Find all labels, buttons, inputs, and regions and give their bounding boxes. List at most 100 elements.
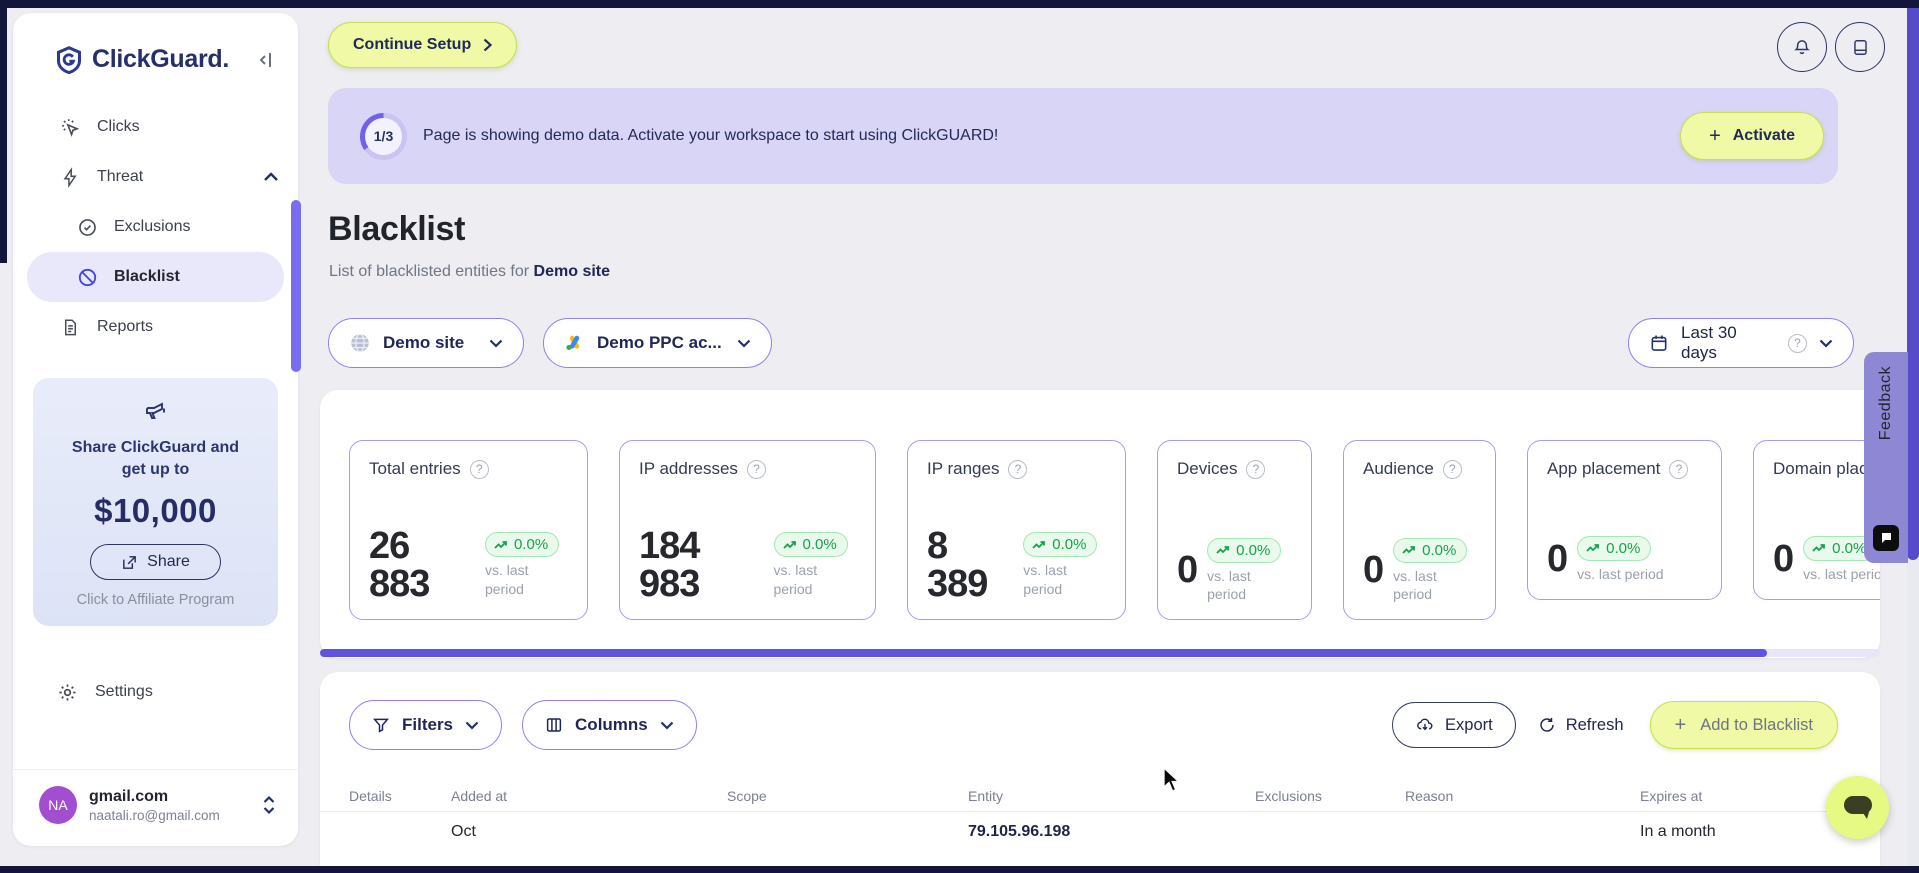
columns-button[interactable]: Columns [522, 700, 697, 750]
chevron-down-icon [489, 339, 503, 348]
column-header-added-at[interactable]: Added at [451, 788, 727, 804]
trend-up-icon [782, 540, 796, 549]
external-link-icon [121, 554, 138, 571]
sidebar-item-label: Clicks [97, 118, 140, 135]
content-scrollbar-thumb[interactable] [291, 200, 301, 372]
help-icon[interactable] [1788, 333, 1807, 353]
delta-badge: 0.0% [1023, 532, 1098, 558]
sidebar-item-settings[interactable]: Settings [13, 668, 298, 716]
stat-value: 184 983 [639, 525, 700, 605]
help-icon[interactable] [1246, 459, 1266, 479]
trend-up-icon [1032, 540, 1046, 549]
stat-label: Devices [1177, 459, 1238, 478]
filters-button[interactable]: Filters [349, 700, 503, 750]
sidebar-item-blacklist[interactable]: Blacklist [27, 252, 284, 302]
calendar-icon [1649, 333, 1669, 353]
chevron-down-icon [1819, 339, 1833, 348]
compare-label: vs. last period [1803, 565, 1880, 582]
user-email: naatali.ro@gmail.com [89, 807, 220, 823]
sidebar-item-threat[interactable]: Threat [13, 152, 298, 202]
help-icon[interactable] [1669, 459, 1689, 479]
ban-icon [76, 267, 98, 288]
sidebar-item-label: Threat [97, 168, 144, 185]
refresh-button[interactable]: Refresh [1538, 716, 1624, 735]
site-selector[interactable]: Demo site [328, 318, 524, 368]
columns-label: Columns [575, 715, 648, 734]
chevron-right-icon [483, 38, 493, 52]
column-header-reason[interactable]: Reason [1405, 788, 1640, 804]
help-icon[interactable] [746, 459, 766, 479]
refresh-label: Refresh [1565, 715, 1624, 734]
logo-text: ClickGuard. [92, 45, 230, 73]
stats-strip: Total entries 26 883 0.0% vs. last perio… [320, 390, 1880, 620]
column-header-scope[interactable]: Scope [727, 788, 968, 804]
delta-badge: 0.0% [1393, 537, 1468, 563]
sidebar-item-label: Blacklist [114, 268, 180, 285]
chevron-down-icon [737, 339, 751, 348]
site-selector-value: Demo site [383, 333, 465, 352]
feedback-tab[interactable]: Feedback [1864, 352, 1908, 563]
help-icon[interactable] [469, 459, 489, 479]
cursor-click-icon [59, 117, 81, 138]
activate-button[interactable]: Activate [1680, 112, 1824, 160]
columns-icon [545, 716, 563, 734]
stat-label: Audience [1363, 459, 1434, 478]
sidebar-item-reports[interactable]: Reports [13, 302, 298, 352]
gear-icon [57, 682, 79, 703]
compare-label: vs. last period [1023, 562, 1067, 597]
sidebar-item-clicks[interactable]: Clicks [13, 102, 298, 152]
stat-card-ip-addresses[interactable]: IP addresses 184 983 0.0% vs. last perio… [619, 440, 876, 620]
export-button[interactable]: Export [1392, 702, 1516, 748]
trend-up-icon [1812, 544, 1826, 552]
affiliate-share-card[interactable]: Share ClickGuard and get up to $10,000 S… [33, 378, 278, 627]
help-icon[interactable] [1442, 459, 1462, 479]
trend-up-icon [494, 540, 507, 549]
column-header-details[interactable]: Details [349, 788, 451, 804]
add-to-blacklist-button[interactable]: Add to Blacklist [1649, 701, 1838, 749]
funnel-icon [372, 716, 390, 734]
stat-value: 26 883 [369, 525, 430, 605]
stat-card-domain-placement[interactable]: Domain placement 0 0.0% vs. last period [1753, 440, 1880, 600]
ppc-account-selector[interactable]: Demo PPC ac... [543, 318, 772, 368]
stat-value: 0 [1363, 549, 1384, 592]
cell-entity: 79.105.96.198 [968, 823, 1071, 840]
delta-badge: 0.0% [1577, 535, 1652, 561]
megaphone-icon [143, 398, 169, 422]
stat-card-audience[interactable]: Audience 0 0.0% vs. last period [1343, 440, 1496, 620]
trend-up-icon [1402, 546, 1416, 554]
knowledge-base-button[interactable] [1835, 22, 1885, 72]
share-button[interactable]: Share [90, 544, 221, 581]
date-range-selector[interactable]: Last 30 days [1628, 318, 1854, 368]
table-row[interactable]: Oct 79.105.96.198 In a month [320, 812, 1880, 841]
column-header-entity[interactable]: Entity [968, 788, 1255, 804]
stat-card-app-placement[interactable]: App placement 0 0.0% vs. last period [1527, 440, 1722, 600]
collapse-sidebar-icon[interactable] [252, 48, 276, 72]
column-header-exclusions[interactable]: Exclusions [1255, 788, 1405, 804]
sidebar-item-exclusions[interactable]: Exclusions [13, 202, 298, 252]
share-caption: Click to Affiliate Program [76, 592, 235, 609]
notifications-button[interactable] [1777, 22, 1827, 72]
stat-label: App placement [1547, 459, 1661, 478]
date-range-value: Last 30 days [1681, 323, 1737, 362]
stat-value: 8 389 [927, 525, 988, 605]
help-icon[interactable] [1008, 459, 1028, 479]
account-switcher[interactable]: NA gmail.com naatali.ro@gmail.com [13, 769, 298, 846]
stats-scrollbar-thumb[interactable] [320, 649, 1767, 657]
page-title: Blacklist [328, 210, 466, 248]
updown-chevron-icon [262, 795, 276, 815]
stat-label: Total entries [369, 459, 461, 478]
setup-progress-ring: 1/3 [360, 112, 407, 160]
setup-progress-value: 1/3 [373, 128, 394, 144]
page-subtitle-text: List of blacklisted entities for [329, 263, 530, 280]
window-edge-left [0, 0, 7, 263]
stat-card-devices[interactable]: Devices 0 0.0% vs. last period [1157, 440, 1312, 620]
chat-launcher-button[interactable] [1826, 776, 1889, 839]
continue-setup-button[interactable]: Continue Setup [328, 22, 518, 68]
page-scrollbar-thumb[interactable] [1907, 0, 1919, 560]
globe-icon [349, 332, 371, 354]
bell-icon [1792, 37, 1812, 58]
stat-card-total-entries[interactable]: Total entries 26 883 0.0% vs. last perio… [349, 440, 588, 620]
table-toolbar: Filters Columns Export Refresh + Add to … [320, 672, 1880, 750]
delta-badge: 0.0% [1207, 537, 1282, 563]
stat-card-ip-ranges[interactable]: IP ranges 8 389 0.0% vs. last period [907, 440, 1126, 620]
